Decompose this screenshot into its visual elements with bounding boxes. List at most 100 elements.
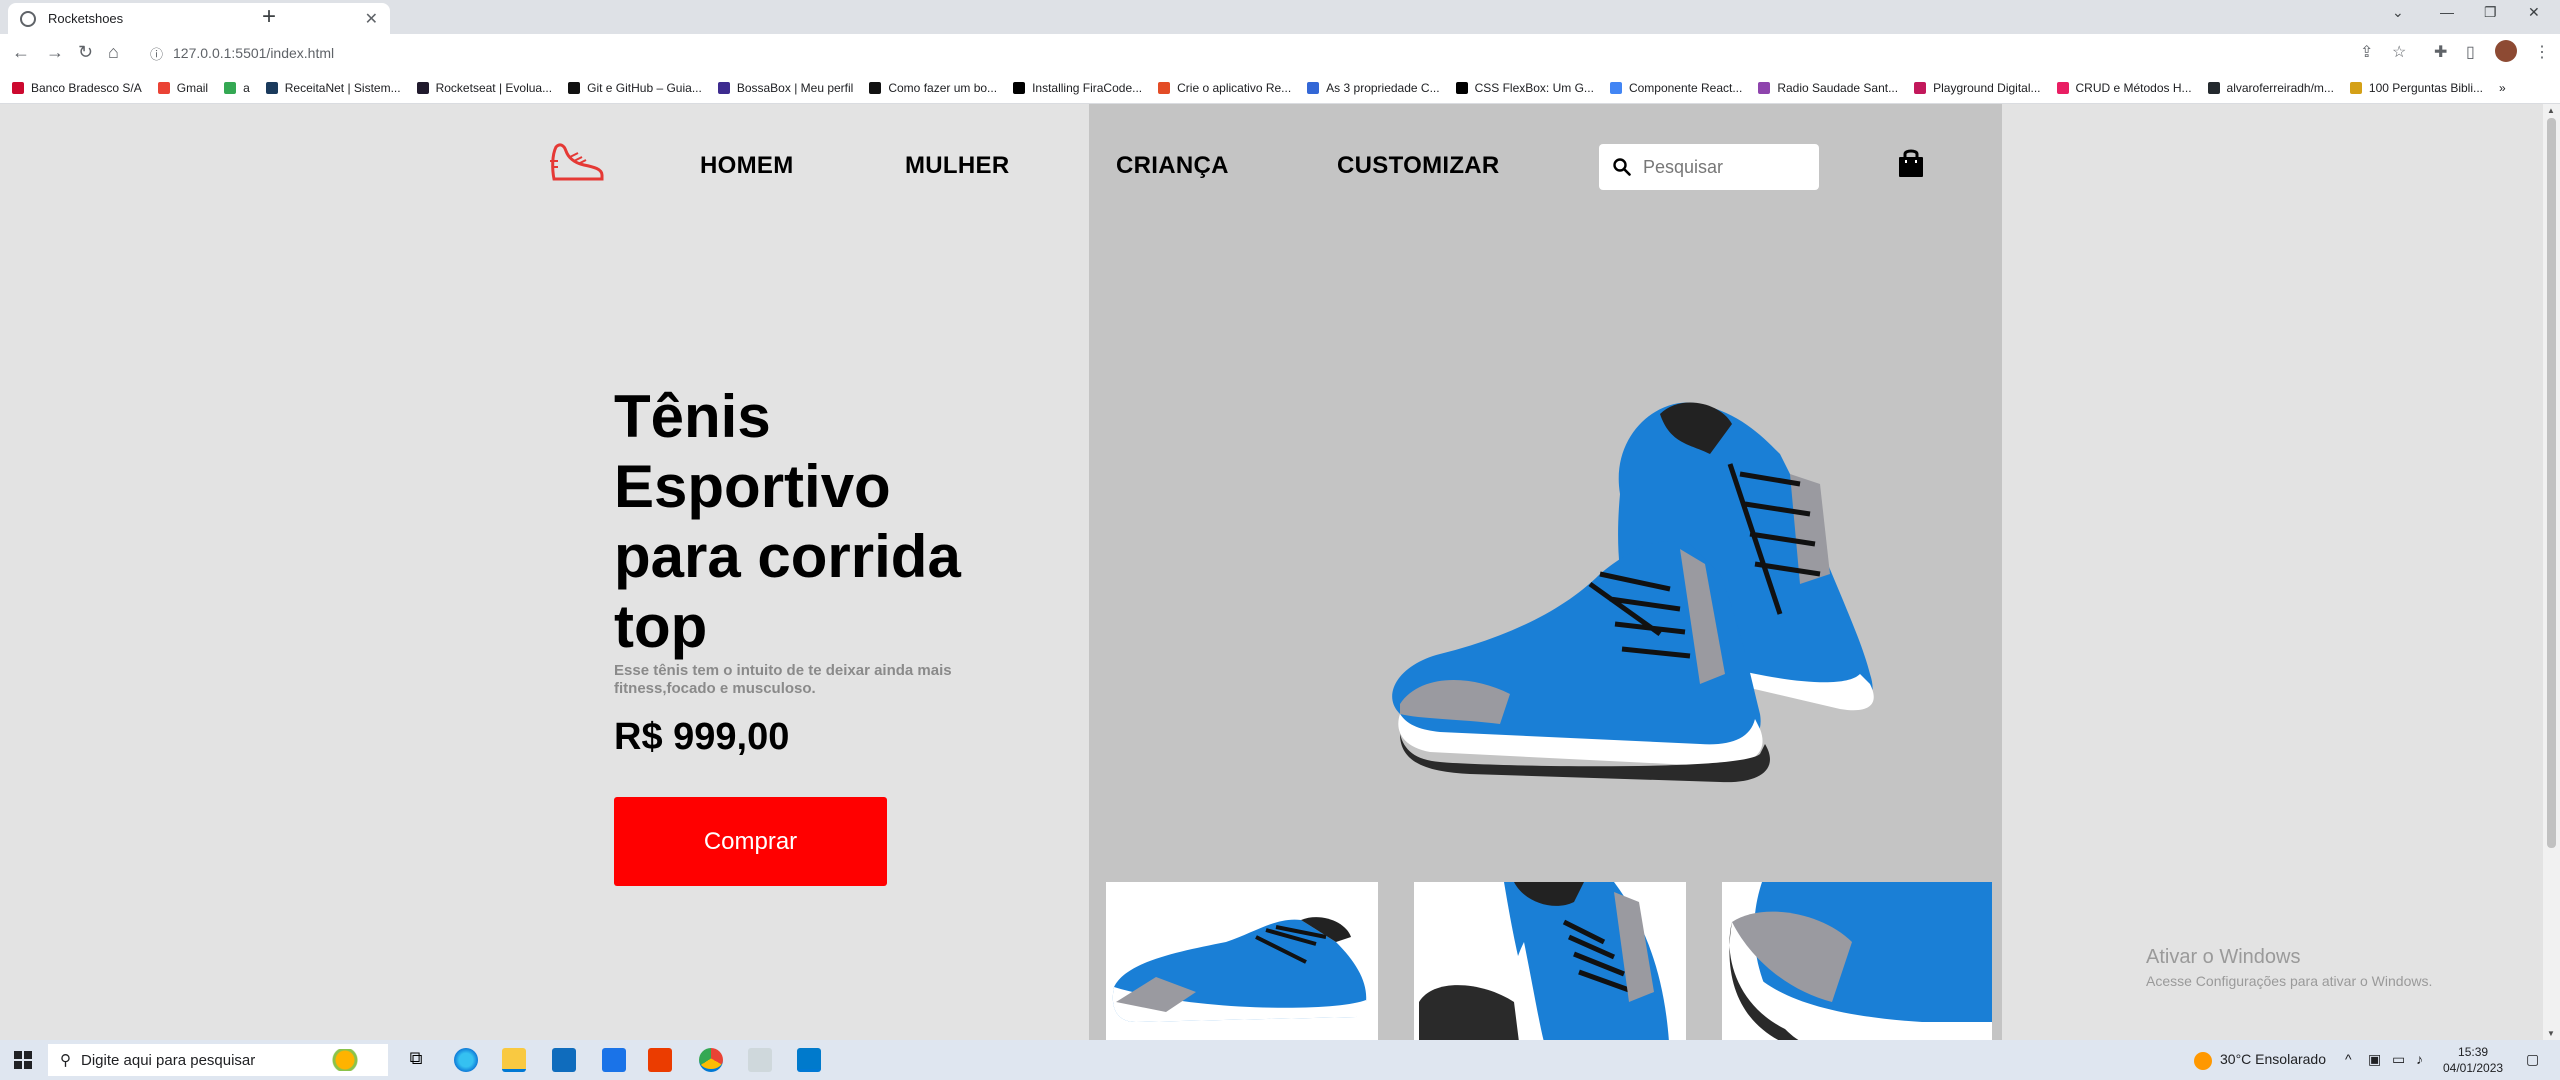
buy-button[interactable]: Comprar xyxy=(614,797,887,886)
browser-toolbar: ← → ↻ ⌂ ⓘ 127.0.0.1:5501/index.html ⇪ ☆ … xyxy=(0,34,2560,72)
bookmark-item[interactable]: Playground Digital... xyxy=(1914,80,2041,95)
bookmark-item[interactable]: Gmail xyxy=(157,80,209,95)
restore-button[interactable]: ❐ xyxy=(2484,4,2497,21)
clock-time: 15:39 xyxy=(2458,1045,2489,1059)
bookmark-item[interactable]: Radio Saudade Sant... xyxy=(1758,81,1898,95)
bookmark-label: CSS FlexBox: Um G... xyxy=(1474,80,1594,95)
web-page: HOMEM MULHER CRIANÇA CUSTOMIZAR Tênis Es… xyxy=(0,104,2560,1040)
bookmark-item[interactable]: CSS FlexBox: Um G... xyxy=(1455,80,1594,95)
nav-customizar[interactable]: CUSTOMIZAR xyxy=(1337,152,1500,180)
address-bar[interactable]: ⓘ 127.0.0.1:5501/index.html xyxy=(140,38,2340,68)
mail-icon[interactable] xyxy=(602,1048,626,1072)
taskbar-search[interactable]: ⚲ Digite aqui para pesquisar xyxy=(48,1044,388,1076)
menu-icon[interactable]: ⋮ xyxy=(2534,42,2550,62)
vscode-icon[interactable] xyxy=(797,1048,821,1072)
nav-homem[interactable]: HOMEM xyxy=(700,152,794,180)
bookmark-label: Playground Digital... xyxy=(1933,80,2041,95)
notifications-icon[interactable]: ▢ xyxy=(2526,1051,2539,1068)
edge-icon[interactable] xyxy=(454,1048,478,1072)
clock[interactable]: 15:39 04/01/2023 xyxy=(2443,1044,2503,1076)
sidepanel-icon[interactable]: ▯ xyxy=(2466,42,2475,62)
page-scrollbar[interactable]: ▲ ▼ xyxy=(2543,104,2560,1040)
watermark-subtitle: Acesse Configurações para ativar o Windo… xyxy=(2146,973,2433,989)
bookmark-label: Git e GitHub – Guia... xyxy=(587,80,702,95)
search-input[interactable] xyxy=(1643,156,1793,178)
tab-search-icon[interactable]: ⌄ xyxy=(2392,4,2404,21)
bookmark-item[interactable]: CRUD e Métodos H... xyxy=(2056,80,2192,95)
volume-icon[interactable]: ♪ xyxy=(2416,1051,2423,1067)
bookmark-item[interactable]: Installing FiraCode... xyxy=(1013,81,1142,95)
bookmark-item[interactable]: BossaBox | Meu perfil xyxy=(717,81,853,95)
shopping-bag-icon[interactable] xyxy=(1898,148,1924,183)
windows-start-icon[interactable] xyxy=(14,1051,32,1074)
title-line: para corrida xyxy=(614,523,961,590)
close-window-button[interactable]: ✕ xyxy=(2528,4,2540,21)
tray-app-icon[interactable]: ▣ xyxy=(2368,1051,2381,1068)
bookmark-item[interactable]: Banco Bradesco S/A xyxy=(12,81,142,95)
scrollbar-thumb[interactable] xyxy=(2547,118,2556,848)
bookmark-item[interactable]: Como fazer um bo... xyxy=(869,81,997,95)
bookmark-label: 100 Perguntas Bibli... xyxy=(2368,80,2483,95)
share-icon[interactable]: ⇪ xyxy=(2360,42,2373,62)
scroll-down-icon[interactable]: ▼ xyxy=(2547,1029,2555,1038)
weather-text[interactable]: 30°C Ensolarado xyxy=(2220,1051,2326,1067)
bookmark-item[interactable]: Git e GitHub – Guia... xyxy=(568,81,702,95)
scroll-up-icon[interactable]: ▲ xyxy=(2547,106,2555,115)
bookmark-favicon-icon xyxy=(1609,81,1622,94)
network-icon[interactable]: ▭ xyxy=(2392,1051,2405,1068)
home-icon[interactable]: ⌂ xyxy=(108,42,119,63)
chrome-icon[interactable] xyxy=(699,1048,723,1072)
tray-chevron-icon[interactable]: ^ xyxy=(2345,1051,2352,1067)
bookmark-item[interactable]: a xyxy=(224,81,250,95)
task-view-icon[interactable]: ⧉ xyxy=(404,1048,428,1072)
bookmark-item[interactable]: Rocketseat | Evolua... xyxy=(416,81,552,95)
bookmark-label: a xyxy=(243,80,250,95)
bookmark-item[interactable]: Componente React... xyxy=(1609,81,1742,95)
bookmark-item[interactable]: 100 Perguntas Bibli... xyxy=(2349,80,2483,95)
minimize-button[interactable]: — xyxy=(2440,4,2454,20)
bookmark-label: Gmail xyxy=(176,80,209,95)
search-box xyxy=(1599,144,1819,190)
app-icon[interactable] xyxy=(748,1048,772,1072)
bookmark-favicon-icon xyxy=(2349,81,2362,94)
bookmark-star-icon[interactable]: ☆ xyxy=(2392,42,2406,62)
bookmark-favicon-icon xyxy=(1914,81,1927,94)
profile-avatar[interactable] xyxy=(2495,40,2517,62)
bookmark-item[interactable]: ReceitaNet | Sistem... xyxy=(265,81,401,95)
nav-crianca[interactable]: CRIANÇA xyxy=(1116,152,1229,180)
bookmarks-overflow-icon[interactable]: » xyxy=(2499,81,2506,95)
back-icon[interactable]: ← xyxy=(12,42,30,63)
reload-icon[interactable]: ↻ xyxy=(78,42,93,63)
file-explorer-icon[interactable] xyxy=(502,1048,526,1072)
bookmark-item[interactable]: As 3 propriedade C... xyxy=(1307,81,1440,95)
extensions-icon[interactable]: ✚ xyxy=(2434,42,2447,62)
windows-activation-watermark: Ativar o Windows Acesse Configurações pa… xyxy=(2146,946,2432,989)
thumbnail-1[interactable] xyxy=(1106,882,1378,1040)
shoe-logo-icon[interactable] xyxy=(550,139,606,190)
browser-tab[interactable]: Rocketshoes ✕ xyxy=(8,3,390,34)
bookmark-item[interactable]: Crie o aplicativo Re... xyxy=(1158,81,1291,95)
clock-date: 04/01/2023 xyxy=(2443,1061,2504,1075)
thumbnail-3[interactable] xyxy=(1722,882,1992,1040)
tab-strip: Rocketshoes ✕ + ⌄ — ❐ ✕ xyxy=(0,0,2560,34)
office-icon[interactable] xyxy=(648,1048,672,1072)
thumbnail-2[interactable] xyxy=(1414,882,1686,1040)
globe-icon xyxy=(20,10,36,27)
bookmark-favicon-icon xyxy=(12,81,24,94)
bookmark-favicon-icon xyxy=(1013,81,1026,94)
forward-icon[interactable]: → xyxy=(46,42,64,63)
nav-mulher[interactable]: MULHER xyxy=(905,152,1009,180)
store-icon[interactable] xyxy=(552,1048,576,1072)
tab-close-icon[interactable]: ✕ xyxy=(365,9,378,29)
bookmark-favicon-icon xyxy=(717,81,730,94)
product-description: Esse tênis tem o intuito de te deixar ai… xyxy=(614,662,952,697)
new-tab-button[interactable]: + xyxy=(262,5,276,29)
hero-shoe-image xyxy=(1360,374,1920,799)
bookmark-item[interactable]: alvaroferreiradh/m... xyxy=(2207,81,2334,95)
bookmark-label: Banco Bradesco S/A xyxy=(31,80,142,95)
info-icon[interactable]: ⓘ xyxy=(150,44,163,63)
bookmark-label: Crie o aplicativo Re... xyxy=(1177,80,1292,95)
weather-highlight-icon xyxy=(318,1049,378,1071)
bookmark-favicon-icon xyxy=(1758,81,1771,94)
bookmark-label: CRUD e Métodos H... xyxy=(2075,80,2192,95)
